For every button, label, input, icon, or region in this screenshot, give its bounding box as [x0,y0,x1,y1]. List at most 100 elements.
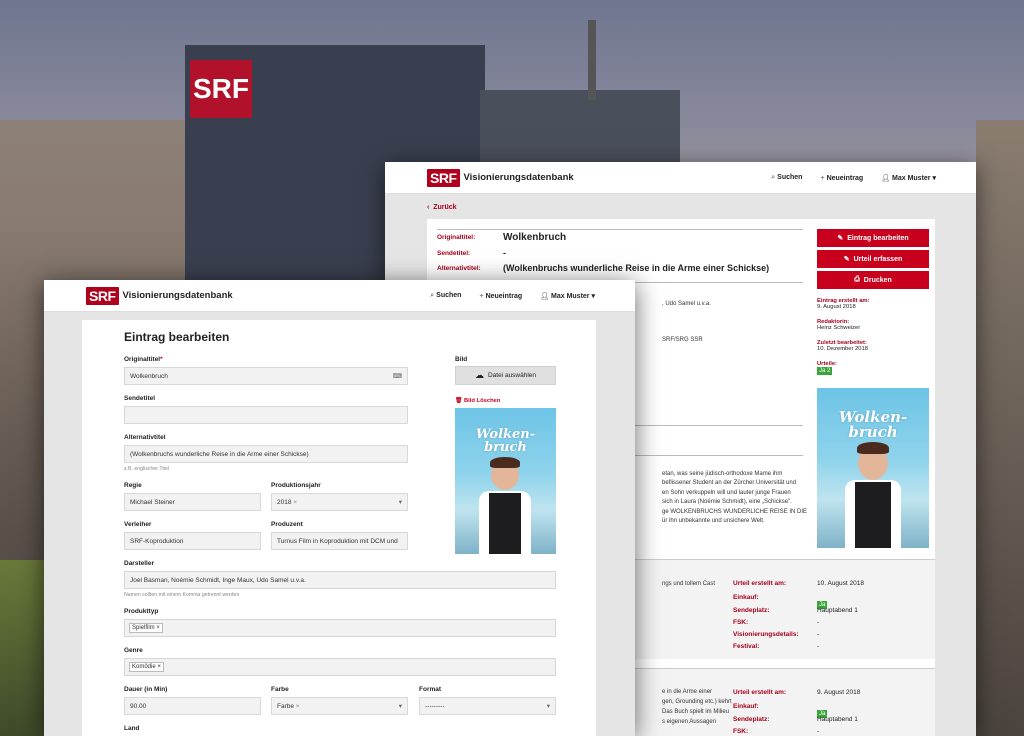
review-value: - [817,728,820,735]
review-value: Hauptabend 1 [817,716,858,723]
label-originaltitel: Originaltitel* [124,356,163,363]
format-select[interactable]: --------- ▾ [419,697,556,715]
originaltitel-input[interactable]: Wolkenbruch ⌨ [124,367,408,385]
meta-created: Eintrag erstellt am: 9. August 2018 [817,298,870,310]
movie-poster-preview[interactable]: Wolken-bruch [455,408,556,554]
pencil-icon: ✎ [843,256,850,263]
plus-icon: + [479,292,484,300]
back-link[interactable]: ‹ Zurück [427,204,457,211]
label-genre: Genre [124,647,143,654]
pencil-icon: ✎ [837,235,844,242]
plus-icon: + [820,174,825,182]
meta-updated: Zuletzt bearbeitet: 10. Dezember 2018 [817,340,868,352]
synopsis-line: ür ihn unbekannte und unsichere Welt. [662,518,765,524]
nav-search[interactable]: ⌕ Suchen [430,292,461,300]
review-value: 10. August 2018 [817,580,864,587]
review-text-fragment: ngs und tollem Cast [662,581,716,587]
keyboard-icon: ⌨ [392,373,402,380]
review-label: Einkauf: [733,703,759,710]
nav-new-entry[interactable]: + Neueintrag [479,293,522,300]
verdict-badge: Ja 2 [817,367,833,375]
broadcast-title-value: - [503,248,506,258]
remove-icon[interactable]: × [293,499,297,506]
label-regie: Regie [124,482,142,489]
print-button[interactable]: ⎙ Drucken [817,271,929,289]
search-icon: ⌕ [771,174,776,181]
poster-vest [489,493,521,554]
trash-icon: 🗑︎ [455,398,463,404]
sendetitel-input[interactable] [124,406,408,424]
original-title-value: Wolkenbruch [503,232,567,243]
alternativtitel-input[interactable]: (Wolkenbruchs wunderliche Reise in die A… [124,445,408,463]
review-label: Festival: [733,643,760,650]
label-land: Land [124,725,140,732]
farbe-select[interactable]: Farbe × ▾ [271,697,408,715]
app-title[interactable]: Visionierungsdatenbank [464,172,574,183]
produktionsjahr-select[interactable]: 2018 × ▾ [271,493,408,511]
alternativtitel-help: z.B. englischer Titel [124,466,169,472]
review-text-fragment: Das Buch spielt im Milieu [662,709,730,715]
divider [437,229,803,230]
review-text-fragment: e in die Arme einer [662,689,713,695]
user-icon: 👤︎ [540,293,550,300]
review-value: - [817,631,820,638]
genre-select[interactable]: Komödie × [124,658,556,676]
nav-user-menu[interactable]: 👤︎ Max Muster ▾ [540,292,595,300]
nav-user-menu[interactable]: 👤︎ Max Muster ▾ [881,174,936,182]
remove-icon[interactable]: × [156,625,160,631]
meta-verdicts: Urteile: Ja 2 [817,361,837,375]
top-nav: ⌕ Suchen + Neueintrag 👤︎ Max Muster ▾ [771,162,936,194]
label-bild: Bild [455,356,468,363]
review-value: - [817,643,820,650]
edit-form-card: Eintrag bearbeiten Originaltitel* Wolken… [82,320,596,736]
poster-vest [855,482,891,548]
label-sendetitel: Sendetitel [124,395,156,402]
review-text-fragment: s eigenen Aussagen [662,719,717,725]
srf-logo[interactable]: SRF [86,286,119,305]
edit-window: SRF Visionierungsdatenbank ⌕ Suchen + Neue… [44,280,635,736]
field-label: Originaltitel: [437,234,476,241]
label-produkttyp: Produkttyp [124,608,159,615]
background-building-far-right [976,120,1024,736]
poster-title: Wolken-bruch [838,408,908,441]
poster-hair [490,457,520,468]
remove-icon[interactable]: × [157,664,161,670]
choose-file-button[interactable]: ☁ Datei auswählen [455,366,556,385]
add-review-button[interactable]: ✎ Urteil erfassen [817,250,929,268]
background-sign: SRF [190,60,252,118]
chevron-down-icon: ▾ [546,703,550,710]
regie-input[interactable]: Michael Steiner [124,493,261,511]
app-title[interactable]: Visionierungsdatenbank [123,290,233,301]
review-label: Urteil erstellt am: [733,580,787,587]
nav-search[interactable]: ⌕ Suchen [771,174,802,182]
label-verleiher: Verleiher [124,521,152,528]
label-farbe: Farbe [271,686,289,693]
nav-new-entry[interactable]: + Neueintrag [820,175,863,182]
srf-logo[interactable]: SRF [427,168,460,187]
review-label: Visionierungsdetails: [733,631,799,638]
remove-icon[interactable]: × [296,703,300,710]
delete-image-link[interactable]: 🗑︎ Bild Löschen [455,398,500,404]
verleiher-input[interactable]: SRF-Koproduktion [124,532,261,550]
review-label: Sendeplatz: [733,716,770,723]
produzent-input[interactable]: Turnus Film in Koproduktion mit DCM und [271,532,408,550]
review-label: Sendeplatz: [733,607,770,614]
darsteller-input[interactable]: Joel Basman, Noémie Schmidt, Inge Maux, … [124,571,556,589]
poster-title: Wolken-bruch [475,427,536,455]
field-label: Alternativtitel: [437,265,481,272]
field-label: Sendetitel: [437,250,471,257]
top-nav: ⌕ Suchen + Neueintrag 👤︎ Max Muster ▾ [430,280,595,312]
detail-header: SRF Visionierungsdatenbank ⌕ Suchen + Neue… [385,162,976,194]
produkttyp-select[interactable]: Spielfilm × [124,619,556,637]
page-title: Eintrag bearbeiten [124,330,230,344]
review-value: Hauptabend 1 [817,607,858,614]
synopsis-line: sich in Laura (Noémie Schmidt), eine „Sc… [662,499,792,505]
edit-entry-button[interactable]: ✎ Eintrag bearbeiten [817,229,929,247]
review-label: Einkauf: [733,594,759,601]
user-icon: 👤︎ [881,175,891,182]
label-produktionsjahr: Produktionsjahr [271,482,321,489]
synopsis-line: beflissener Student an der Zürcher Unive… [662,480,797,486]
dauer-input[interactable]: 90.00 [124,697,261,715]
cloud-upload-icon: ☁ [474,370,484,380]
printer-icon: ⎙ [854,276,860,283]
